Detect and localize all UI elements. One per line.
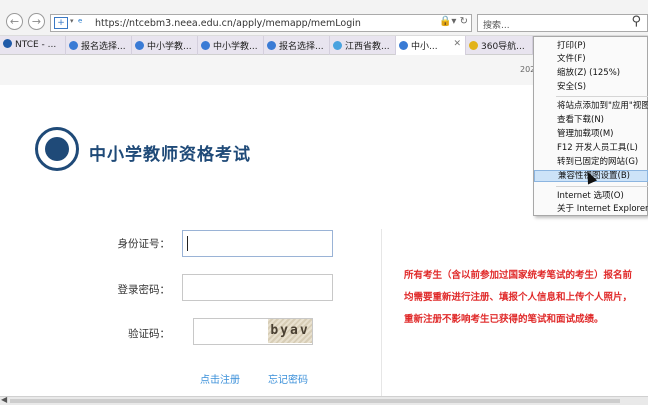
- forgot-password-link[interactable]: 忘记密码: [268, 371, 308, 386]
- tab-label: NTCE - ...: [15, 40, 57, 50]
- search-placeholder: 搜索...: [483, 21, 510, 31]
- scrollbar-thumb[interactable]: [10, 399, 620, 403]
- tab-favicon-icon: [267, 41, 276, 50]
- menu-separator: [556, 96, 648, 97]
- tab-label: 中小学教...: [213, 42, 258, 52]
- forward-button[interactable]: →: [28, 13, 45, 30]
- tab-favicon-icon: [333, 41, 342, 50]
- tab-favicon-icon: [135, 41, 144, 50]
- captcha-image[interactable]: byav: [268, 319, 312, 343]
- tab-register-2[interactable]: 报名选择...: [264, 36, 330, 55]
- compatibility-view-icon[interactable]: +: [54, 17, 68, 29]
- browser-toolbar: ← → + ▾ ᵉ https://ntcebm3.neea.edu.cn/ap…: [0, 0, 648, 36]
- close-icon[interactable]: ✕: [453, 39, 461, 49]
- back-button[interactable]: ←: [6, 13, 23, 30]
- menu-item-internet-options[interactable]: Internet 选项(O): [534, 190, 648, 202]
- registration-notice: 所有考生（含以前参加过国家统考笔试的考生）报名前均需要重新进行注册、填报个人信息…: [404, 270, 633, 325]
- menu-item-file[interactable]: 文件(F): [534, 53, 648, 65]
- address-bar[interactable]: + ▾ ᵉ https://ntcebm3.neea.edu.cn/apply/…: [50, 14, 472, 32]
- horizontal-scrollbar[interactable]: ◀: [0, 395, 648, 405]
- tab-jiangxi[interactable]: 江西省教...: [330, 36, 396, 55]
- logo-emblem-icon: [35, 127, 79, 171]
- menu-item-add-to-apps[interactable]: 将站点添加到"应用"视图: [534, 100, 648, 112]
- search-input[interactable]: 搜索... ⚲: [477, 14, 648, 32]
- menu-item-addons[interactable]: 管理加载项(M): [534, 128, 648, 140]
- tab-register-1[interactable]: 报名选择...: [66, 36, 132, 55]
- tab-label: 中小...: [411, 42, 438, 52]
- tools-menu: 打印(P) 文件(F) 缩放(Z) (125%) 安全(S) 将站点添加到"应用…: [533, 36, 648, 216]
- tab-label: 江西省教...: [345, 42, 390, 52]
- page-title: 中小学教师资格考试: [89, 145, 251, 165]
- tab-label: 中小学教...: [147, 42, 192, 52]
- tab-teacher-2[interactable]: 中小学教...: [198, 36, 264, 55]
- tab-label: 报名选择...: [279, 42, 324, 52]
- menu-item-safety[interactable]: 安全(S): [534, 81, 648, 93]
- tab-label: 报名选择...: [81, 42, 126, 52]
- tab-ntce[interactable]: NTCE - ...: [0, 36, 66, 55]
- tab-teacher-1[interactable]: 中小学教...: [132, 36, 198, 55]
- menu-item-print[interactable]: 打印(P): [534, 40, 648, 52]
- chevron-down-icon[interactable]: ▾: [70, 17, 74, 25]
- text-caret: [187, 236, 188, 251]
- logo-emblem-inner: [45, 137, 69, 161]
- tab-favicon-icon: [3, 39, 12, 48]
- search-icon[interactable]: ⚲: [631, 14, 641, 29]
- tab-label: 360导航...: [481, 42, 525, 52]
- menu-item-devtools[interactable]: F12 开发人员工具(L): [534, 142, 648, 154]
- divider: [381, 229, 382, 399]
- menu-item-downloads[interactable]: 查看下载(N): [534, 114, 648, 126]
- refresh-lock-icons[interactable]: 🔒▾ ↻: [439, 16, 468, 27]
- captcha-label: 验证码：: [128, 328, 170, 340]
- tab-favicon-icon: [399, 41, 408, 50]
- ie-logo-icon: ᵉ: [78, 16, 83, 29]
- password-input[interactable]: [182, 274, 333, 301]
- password-label: 登录密码：: [117, 284, 171, 296]
- menu-item-pinned-sites[interactable]: 转到已固定的网站(G): [534, 156, 648, 168]
- menu-item-about-ie[interactable]: 关于 Internet Explorer: [534, 203, 648, 215]
- url-text[interactable]: https://ntcebm3.neea.edu.cn/apply/memapp…: [95, 18, 361, 29]
- tab-active[interactable]: 中小... ✕: [396, 36, 466, 55]
- menu-item-zoom[interactable]: 缩放(Z) (125%): [534, 67, 648, 79]
- tab-360[interactable]: 360导航...: [466, 36, 533, 55]
- id-label: 身份证号：: [117, 238, 171, 250]
- tab-favicon-icon: [469, 41, 478, 50]
- menu-separator: [556, 186, 648, 187]
- register-link[interactable]: 点击注册: [200, 371, 240, 386]
- id-number-input[interactable]: [182, 230, 333, 257]
- tab-favicon-icon: [69, 41, 78, 50]
- tab-favicon-icon: [201, 41, 210, 50]
- scroll-left-icon[interactable]: ◀: [1, 395, 7, 404]
